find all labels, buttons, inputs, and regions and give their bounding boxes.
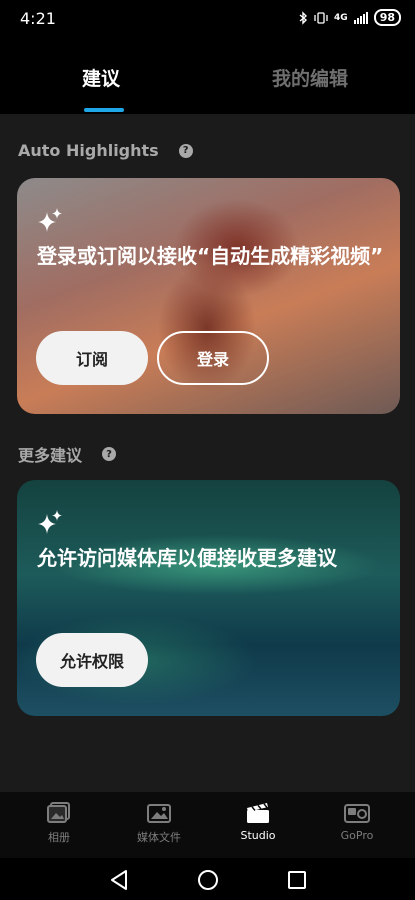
nav-item-gopro[interactable]: GoPro	[317, 802, 397, 842]
auto-highlights-card: 登录或订阅以接收“自动生成精彩视频” 订阅 登录	[17, 178, 400, 414]
active-tab-indicator	[84, 108, 124, 112]
home-icon[interactable]	[197, 869, 219, 891]
clapperboard-icon	[247, 803, 269, 823]
nav-item-album[interactable]: 相册	[19, 802, 99, 845]
more-suggestions-card: 允许访问媒体库以便接收更多建议 允许权限	[17, 480, 400, 716]
status-bar: 4:21 4G 98	[0, 0, 415, 38]
tab-my-edits[interactable]: 我的编辑	[272, 64, 348, 91]
nav-label: 媒体文件	[137, 831, 181, 844]
back-icon[interactable]	[109, 869, 129, 891]
sparkle-icon	[38, 510, 62, 534]
signal-icon	[353, 11, 368, 24]
subscribe-button[interactable]: 订阅	[36, 331, 148, 385]
help-icon[interactable]: ?	[102, 447, 117, 461]
vibrate-icon	[314, 11, 328, 24]
section-title-text: Auto Highlights	[18, 141, 159, 160]
nav-item-media[interactable]: 媒体文件	[119, 802, 199, 845]
status-icons: 4G 98	[299, 9, 401, 26]
more-suggestions-message: 允许访问媒体库以便接收更多建议	[37, 546, 337, 570]
gopro-camera-icon	[344, 804, 370, 823]
auto-highlights-message: 登录或订阅以接收“自动生成精彩视频”	[37, 244, 384, 268]
allow-permission-button[interactable]: 允许权限	[36, 633, 148, 687]
network-type: 4G	[334, 12, 348, 23]
bluetooth-icon	[299, 10, 308, 25]
sparkle-icon	[38, 208, 62, 232]
nav-item-studio[interactable]: Studio	[218, 802, 298, 842]
tab-suggestions[interactable]: 建议	[82, 64, 120, 91]
section-auto-highlights-title: Auto Highlights ?	[18, 141, 193, 160]
system-navigation-bar	[0, 858, 415, 900]
status-time: 4:21	[20, 9, 56, 28]
nav-label: Studio	[240, 829, 276, 842]
recents-icon[interactable]	[287, 870, 307, 890]
section-title-text: 更多建议	[18, 446, 83, 465]
battery-icon: 98	[373, 9, 401, 26]
help-icon[interactable]: ?	[178, 143, 193, 158]
login-button[interactable]: 登录	[157, 331, 269, 385]
media-icon	[147, 804, 171, 823]
nav-label: 相册	[48, 831, 70, 844]
nav-label: GoPro	[340, 829, 374, 842]
album-icon	[47, 802, 70, 823]
bottom-nav: 相册 媒体文件 Studio GoPro	[0, 792, 415, 858]
section-more-suggestions-title: 更多建议 ?	[18, 442, 117, 466]
top-tabs: 建议 我的编辑	[0, 38, 415, 114]
